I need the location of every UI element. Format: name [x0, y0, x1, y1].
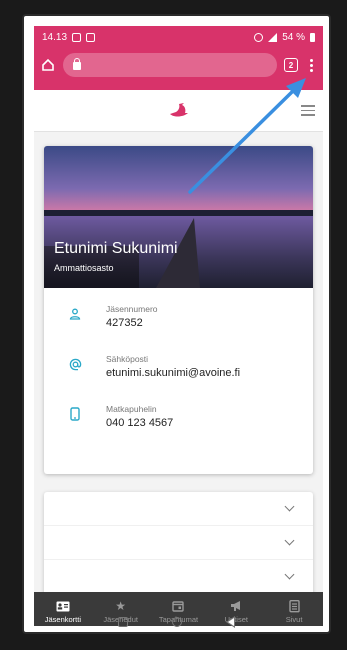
screen: 14.13 54 % 2 Etunimi Sukunimi Ammattiosa…: [34, 26, 323, 626]
email-row: Sähköposti etunimi.sukunimi@avoine.fi: [44, 354, 313, 404]
card-hero-image: Etunimi Sukunimi Ammattiosasto: [44, 146, 313, 288]
chevron-down-icon[interactable]: [284, 569, 295, 580]
member-section: Ammattiosasto: [54, 263, 114, 273]
battery-percent: 54 %: [282, 31, 305, 43]
notification-icon-2: [86, 32, 96, 42]
status-bar: 14.13 54 %: [34, 26, 323, 48]
member-number-value: 427352: [106, 317, 143, 329]
member-card: Etunimi Sukunimi Ammattiosasto Jäsennume…: [44, 146, 313, 474]
back-icon[interactable]: [226, 616, 235, 628]
phone-frame: 14.13 54 % 2 Etunimi Sukunimi Ammattiosa…: [22, 14, 331, 634]
home-button-icon[interactable]: [172, 617, 182, 627]
status-right: 54 %: [254, 32, 315, 43]
collapsible-row[interactable]: [44, 560, 313, 594]
browser-chrome: 14.13 54 % 2: [34, 26, 323, 90]
system-navigation-bar: [22, 612, 331, 632]
app-header: [34, 90, 323, 132]
battery-icon: [310, 32, 315, 42]
status-time: 14.13: [42, 31, 68, 43]
url-bar: 2: [34, 48, 323, 82]
recent-apps-icon[interactable]: [118, 617, 128, 627]
chevron-down-icon[interactable]: [284, 501, 295, 512]
tab-switcher-button[interactable]: 2: [284, 58, 298, 72]
member-name: Etunimi Sukunimi: [54, 240, 178, 257]
lock-icon: [73, 58, 81, 70]
alarm-icon: [254, 32, 264, 42]
member-number-label: Jäsennumero: [106, 304, 158, 314]
id-card-icon: [56, 600, 70, 612]
megaphone-icon: [229, 600, 243, 612]
collapsible-row[interactable]: [44, 526, 313, 560]
horizon-treeline: [44, 210, 313, 216]
notification-icon: [72, 32, 82, 42]
person-icon: [68, 307, 82, 321]
collapsible-row[interactable]: [44, 492, 313, 526]
chevron-down-icon[interactable]: [284, 535, 295, 546]
bird-logo-icon[interactable]: [167, 102, 191, 120]
member-number-row: Jäsennumero 427352: [44, 304, 313, 354]
hamburger-menu-icon[interactable]: [301, 105, 315, 116]
at-icon: [68, 357, 82, 371]
pages-icon: [287, 599, 301, 612]
browser-menu-button[interactable]: [305, 58, 317, 72]
email-value[interactable]: etunimi.sukunimi@avoine.fi: [106, 367, 240, 379]
phone-row: Matkapuhelin 040 123 4567: [44, 404, 313, 454]
home-icon[interactable]: [40, 57, 56, 73]
member-info-list: Jäsennumero 427352 Sähköposti etunimi.su…: [44, 288, 313, 454]
phone-label: Matkapuhelin: [106, 404, 157, 414]
signal-icon: [268, 32, 278, 42]
phone-icon: [68, 407, 82, 421]
phone-value[interactable]: 040 123 4567: [106, 417, 173, 429]
star-icon: ★: [115, 599, 127, 613]
address-field[interactable]: [63, 53, 277, 77]
email-label: Sähköposti: [106, 354, 149, 364]
calendar-icon: [171, 600, 185, 612]
